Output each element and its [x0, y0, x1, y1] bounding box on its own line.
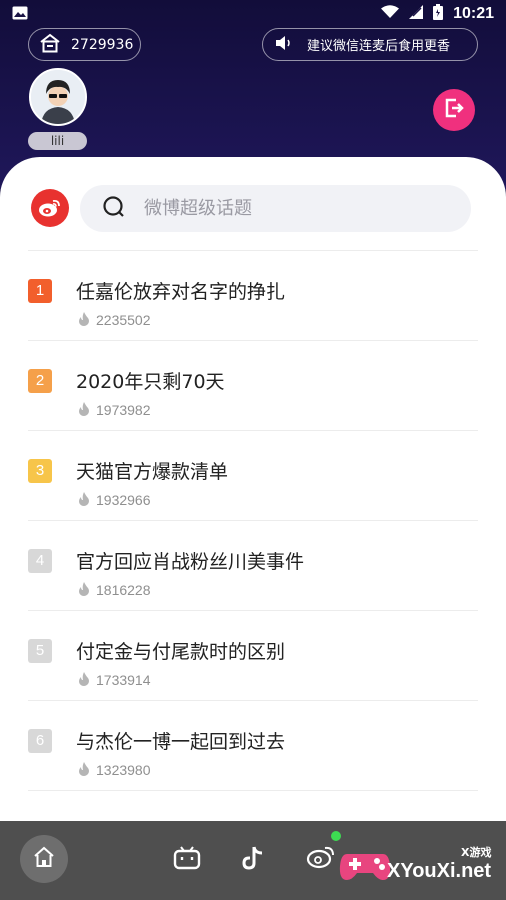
flame-icon — [78, 491, 90, 509]
signal-icon — [409, 5, 424, 23]
username-badge: lili — [28, 132, 87, 150]
weibo-icon[interactable] — [31, 189, 69, 227]
battery-icon — [433, 4, 444, 24]
watermark-brand: XYouXi.net — [387, 860, 492, 882]
notice-pill[interactable]: 建议微信连麦后食用更香 — [262, 28, 478, 61]
heat-count: 1323980 — [78, 761, 151, 779]
home-icon — [32, 846, 56, 872]
weibo-nav-icon[interactable] — [306, 845, 336, 869]
rank-badge: 2 — [28, 369, 52, 393]
list-item[interactable]: 6 与杰伦一博一起回到过去 1323980 — [28, 701, 478, 791]
list-item[interactable]: 3 天猫官方爆款清单 1932966 — [28, 431, 478, 521]
gamepad-icon — [339, 854, 391, 880]
topic-title: 付定金与付尾款时的区别 — [76, 641, 286, 663]
wifi-icon — [381, 5, 400, 23]
flame-icon — [78, 761, 90, 779]
heat-value: 1973982 — [96, 402, 151, 418]
watermark: X游戏 XYouXi.net — [337, 836, 502, 892]
rank-badge: 6 — [28, 729, 52, 753]
status-bar: 10:21 — [0, 0, 506, 28]
list-item[interactable]: 5 付定金与付尾款时的区别 1733914 — [28, 611, 478, 701]
speaker-icon — [275, 35, 293, 55]
flame-icon — [78, 401, 90, 419]
rank-badge: 4 — [28, 549, 52, 573]
topic-title: 官方回应肖战粉丝川美事件 — [76, 551, 305, 573]
heat-count: 1816228 — [78, 581, 151, 599]
topic-list: 1 任嘉伦放弃对名字的挣扎 2235502 2 2020年只剩70天 1973982 3 天猫… — [0, 251, 506, 791]
notice-text: 建议微信连麦后食用更香 — [307, 39, 451, 54]
room-number-pill[interactable]: 2729936 — [28, 28, 141, 61]
rank-badge: 1 — [28, 279, 52, 303]
topic-title: 天猫官方爆款清单 — [76, 461, 229, 483]
list-item[interactable]: 1 任嘉伦放弃对名字的挣扎 2235502 — [28, 251, 478, 341]
bilibili-icon[interactable] — [173, 845, 201, 871]
image-icon — [12, 6, 28, 24]
home-icon — [39, 33, 61, 57]
heat-value: 1733914 — [96, 672, 151, 688]
search-icon — [102, 195, 126, 223]
clock: 10:21 — [453, 5, 494, 22]
heat-value: 1932966 — [96, 492, 151, 508]
avatar[interactable] — [29, 68, 87, 126]
exit-button[interactable] — [433, 89, 475, 131]
search-bar[interactable] — [80, 185, 471, 232]
topic-title: 2020年只剩70天 — [76, 371, 225, 393]
search-input[interactable] — [144, 198, 444, 219]
heat-value: 1323980 — [96, 762, 151, 778]
heat-count: 2235502 — [78, 311, 151, 329]
heat-count: 1733914 — [78, 671, 151, 689]
tiktok-icon[interactable] — [242, 845, 266, 871]
heat-value: 2235502 — [96, 312, 151, 328]
list-item[interactable]: 2 2020年只剩70天 1973982 — [28, 341, 478, 431]
flame-icon — [78, 671, 90, 689]
heat-count: 1973982 — [78, 401, 151, 419]
topic-title: 任嘉伦放弃对名字的挣扎 — [76, 281, 286, 303]
heat-value: 1816228 — [96, 582, 151, 598]
nav-home-button[interactable] — [20, 835, 68, 883]
exit-icon — [443, 97, 465, 123]
room-number: 2729936 — [71, 36, 134, 53]
rank-badge: 3 — [28, 459, 52, 483]
heat-count: 1932966 — [78, 491, 151, 509]
flame-icon — [78, 581, 90, 599]
watermark-tag: X游戏 — [461, 846, 492, 859]
topic-title: 与杰伦一博一起回到过去 — [76, 731, 286, 753]
rank-badge: 5 — [28, 639, 52, 663]
flame-icon — [78, 311, 90, 329]
list-item[interactable]: 4 官方回应肖战粉丝川美事件 1816228 — [28, 521, 478, 611]
